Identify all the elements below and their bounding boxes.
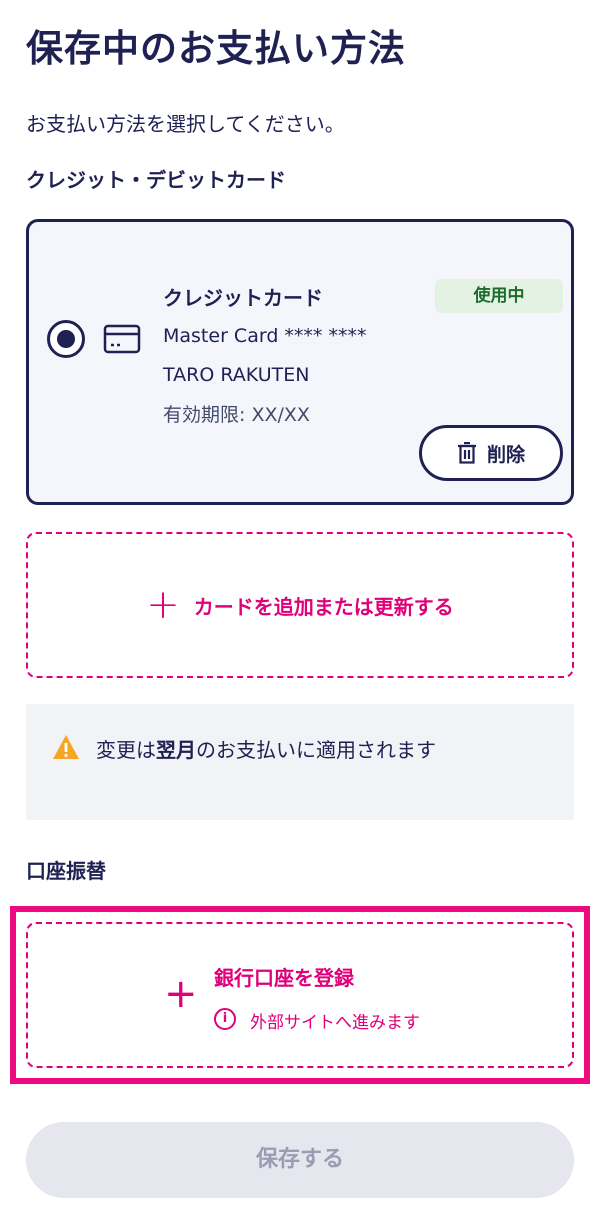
- delete-label: 削除: [486, 443, 525, 466]
- page-title: 保存中のお支払い方法: [26, 27, 406, 70]
- notice-text-after: のお支払いに適用されます: [196, 738, 436, 762]
- card-brand-number: Master Card **** ****: [163, 325, 367, 347]
- notice-box: 変更は翌月のお支払いに適用されます: [26, 704, 574, 820]
- notice-text: 変更は翌月のお支払いに適用されます: [96, 734, 436, 763]
- add-bank-account-button[interactable]: + 銀行口座を登録 i 外部サイトへ進みます: [26, 922, 574, 1068]
- credit-card-icon: [103, 324, 141, 354]
- delete-button[interactable]: 削除: [419, 425, 563, 481]
- radio-selected-dot: [57, 330, 75, 348]
- add-card-label: カードを追加または更新する: [193, 594, 454, 619]
- card-holder-name: TARO RAKUTEN: [163, 364, 310, 386]
- trash-icon: [457, 442, 476, 464]
- add-card-button[interactable]: + カードを追加または更新する: [26, 532, 574, 678]
- saved-card[interactable]: クレジットカード 使用中 Master Card **** **** TARO …: [26, 219, 574, 505]
- card-expiry: 有効期限: XX/XX: [163, 404, 310, 426]
- plus-icon: +: [164, 971, 198, 1017]
- status-badge: 使用中: [435, 279, 563, 313]
- card-section-heading: クレジット・デビットカード: [26, 168, 286, 192]
- notice-text-before: 変更は: [96, 738, 156, 762]
- bank-section-heading: 口座振替: [26, 859, 106, 883]
- save-button[interactable]: 保存する: [26, 1122, 574, 1198]
- card-type-label: クレジットカード: [163, 286, 323, 310]
- page-subtitle: お支払い方法を選択してください。: [26, 112, 345, 136]
- add-bank-label: 銀行口座を登録: [214, 966, 354, 990]
- card-radio-button[interactable]: [47, 320, 85, 358]
- external-site-note: 外部サイトへ進みます: [250, 1013, 420, 1033]
- notice-text-bold: 翌月: [156, 738, 196, 762]
- plus-icon: +: [146, 582, 180, 628]
- info-icon: i: [214, 1008, 236, 1030]
- warning-icon: [53, 735, 79, 759]
